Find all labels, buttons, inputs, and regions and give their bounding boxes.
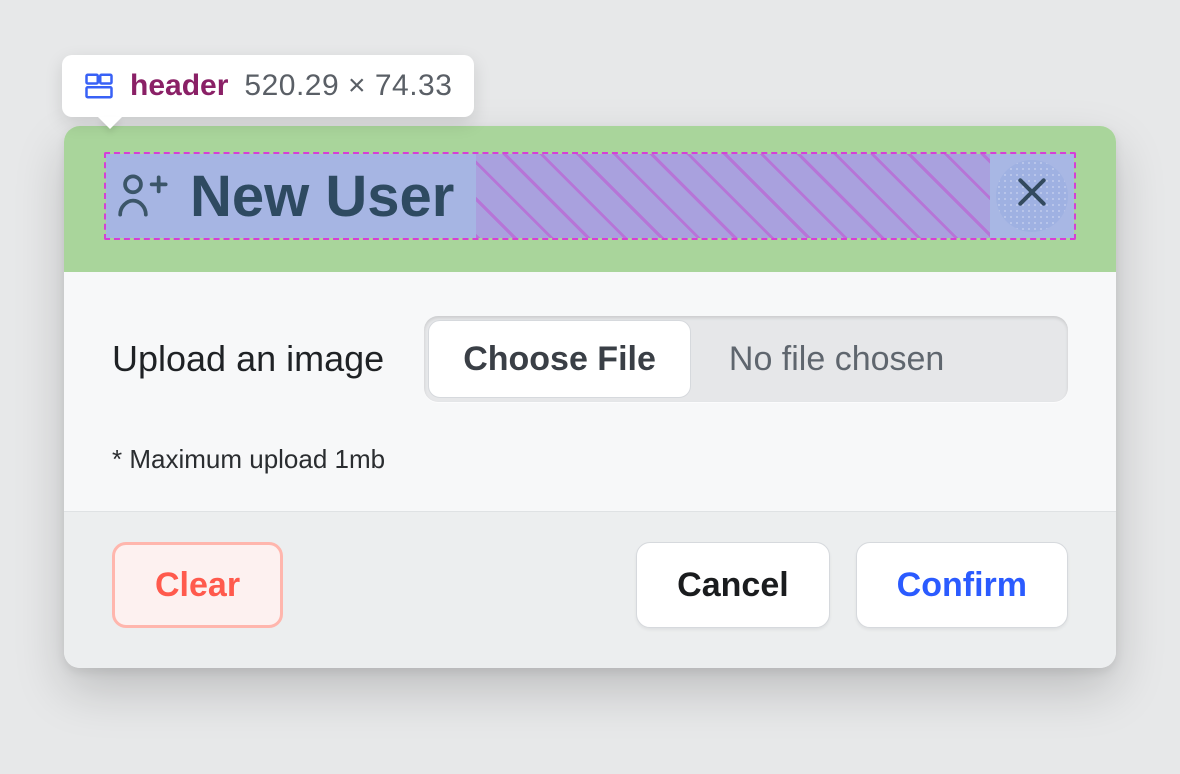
new-user-dialog: New User Upload an image Choose File No … bbox=[64, 126, 1116, 668]
choose-file-button[interactable]: Choose File bbox=[428, 320, 691, 398]
file-status-text: No file chosen bbox=[695, 316, 1068, 402]
devtools-tag-name: header bbox=[130, 69, 228, 103]
dialog-footer: Clear Cancel Confirm bbox=[64, 511, 1116, 668]
dialog-header: New User bbox=[64, 126, 1116, 272]
dialog-body: Upload an image Choose File No file chos… bbox=[64, 272, 1116, 511]
clear-button[interactable]: Clear bbox=[112, 542, 283, 628]
layout-icon bbox=[84, 71, 114, 101]
upload-hint: * Maximum upload 1mb bbox=[112, 444, 1068, 475]
upload-label: Upload an image bbox=[112, 338, 384, 380]
file-input[interactable]: Choose File No file chosen bbox=[424, 316, 1068, 402]
confirm-button[interactable]: Confirm bbox=[856, 542, 1068, 628]
devtools-flex-gap-region bbox=[476, 154, 990, 238]
close-button[interactable] bbox=[990, 154, 1074, 238]
close-icon bbox=[1012, 172, 1052, 221]
dialog-title: New User bbox=[190, 163, 454, 230]
devtools-highlight-box: New User bbox=[104, 152, 1076, 240]
devtools-dimensions: 520.29 × 74.33 bbox=[244, 69, 452, 103]
cancel-button[interactable]: Cancel bbox=[636, 542, 830, 628]
header-content-region: New User bbox=[106, 154, 476, 238]
add-user-icon bbox=[112, 168, 168, 224]
devtools-element-tooltip: header 520.29 × 74.33 bbox=[62, 55, 474, 117]
upload-row: Upload an image Choose File No file chos… bbox=[112, 316, 1068, 402]
